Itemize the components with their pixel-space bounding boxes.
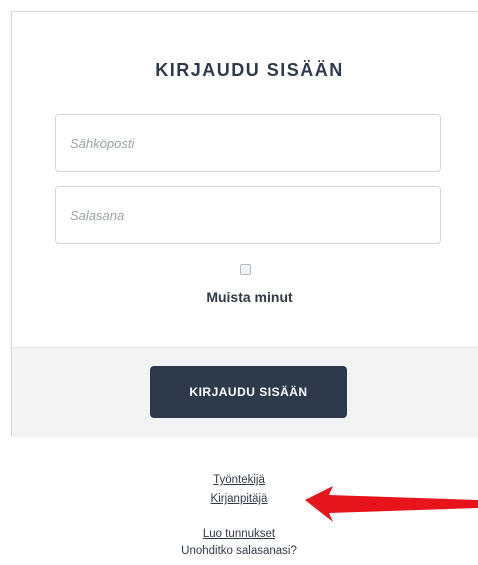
card-footer: KIRJAUDU SISÄÄN	[12, 347, 478, 437]
employee-link-row: Työntekijä	[0, 474, 478, 486]
login-card: KIRJAUDU SISÄÄN Muista minut KIRJAUDU SI…	[11, 11, 478, 437]
login-page: KIRJAUDU SISÄÄN Muista minut KIRJAUDU SI…	[0, 0, 478, 565]
password-field[interactable]	[55, 186, 441, 244]
remember-me-label: Muista minut	[206, 289, 293, 305]
login-title: KIRJAUDU SISÄÄN	[155, 60, 344, 80]
login-submit-button[interactable]: KIRJAUDU SISÄÄN	[150, 366, 347, 418]
forgot-password-link[interactable]: Unohditko salasanasi?	[181, 545, 297, 557]
red-arrow-icon	[305, 486, 478, 522]
remember-me-checkbox[interactable]	[240, 264, 251, 275]
create-account-link[interactable]: Luo tunnukset	[203, 528, 275, 540]
employee-link[interactable]: Työntekijä	[213, 474, 265, 486]
create-account-link-row: Luo tunnukset	[0, 528, 478, 540]
bookkeeper-link[interactable]: Kirjanpitäjä	[211, 493, 268, 505]
forgot-password-link-row: Unohditko salasanasi?	[0, 545, 478, 557]
email-field[interactable]	[55, 114, 441, 172]
